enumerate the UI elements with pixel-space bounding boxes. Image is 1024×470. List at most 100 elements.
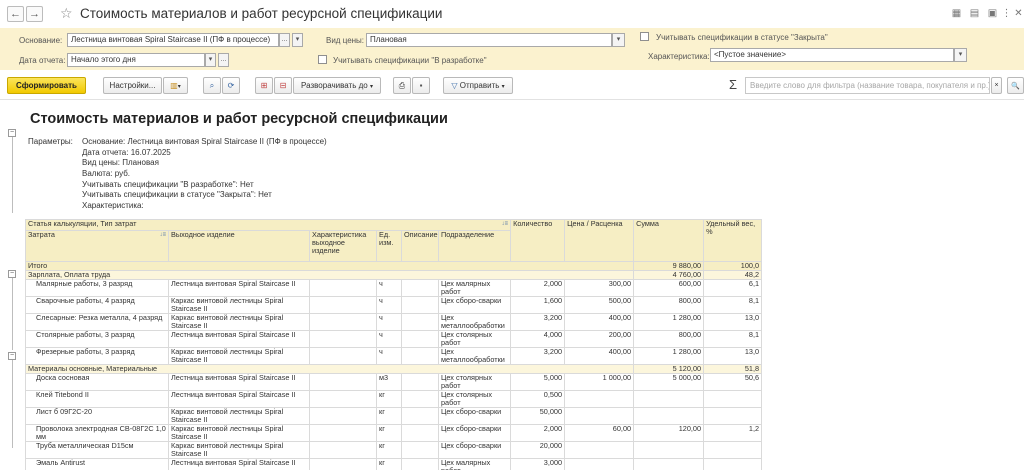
sum-sigma-icon[interactable]: Σ: [729, 77, 737, 92]
find-button[interactable]: ⌕: [203, 77, 221, 94]
cell-harakteristika: [309, 373, 377, 391]
cell-summa: 5 000,00: [633, 373, 705, 391]
cell-izdelie: Лестница винтовая Spiral Staircase II: [168, 390, 310, 408]
expand-all-button[interactable]: ⊞: [255, 77, 273, 94]
harakteristika-field[interactable]: <Пустое значение>: [710, 48, 954, 62]
table-row[interactable]: Доска сосновая Лестница винтовая Spiral S…: [25, 373, 763, 391]
header-ves[interactable]: Удельный вес, %: [703, 219, 763, 262]
cell-summa: 800,00: [633, 296, 705, 314]
cell-harakteristika: [309, 390, 377, 408]
calendar-icon[interactable]: ...: [218, 53, 229, 67]
header-izdelie[interactable]: Выходное изделие: [168, 230, 310, 262]
collapse-all-icon: ⊟: [279, 81, 287, 90]
cell-zatrata: Столярные работы, 3 разряд: [25, 330, 169, 348]
vid-ceny-dropdown-button[interactable]: ▾: [612, 33, 625, 47]
filter-search-input[interactable]: Введите слово для фильтра (название това…: [745, 77, 990, 94]
favorite-star-icon[interactable]: ☆: [60, 5, 73, 22]
cell-zatrata: Лист б 09Г2С-20: [25, 407, 169, 425]
collapse-group1-icon[interactable]: −: [8, 270, 16, 278]
osnovanie-choose-button[interactable]: ...: [279, 33, 290, 47]
expand-to-button[interactable]: Разворачивать до ▾: [293, 77, 381, 94]
collapse-group2-icon[interactable]: −: [8, 352, 16, 360]
table-row[interactable]: Проволока электродная СВ-08Г2С 1,0 мм Кар…: [25, 424, 763, 442]
table-row[interactable]: Эмаль Antirust Лестница винтовая Spiral S…: [25, 458, 763, 470]
zakryta-checkbox[interactable]: [640, 32, 649, 41]
header-summa[interactable]: Сумма: [633, 219, 705, 262]
group-ves: 48,2: [703, 270, 763, 280]
data-otcheta-field[interactable]: Начало этого дня: [67, 53, 205, 67]
save-button[interactable]: ▪: [412, 77, 430, 94]
generate-button[interactable]: Сформировать: [7, 77, 86, 94]
variant-menu-button[interactable]: ▥▾: [163, 77, 188, 94]
cell-podrazdelenie: Цех сборо-сварки: [437, 424, 512, 442]
header-cena[interactable]: Цена / Расценка: [564, 219, 635, 262]
header-group-cell[interactable]: Статья калькуляции, Тип затрат ↓≡: [24, 219, 512, 231]
group-row[interactable]: Зарплата, Оплата труда 4 760,00 48,2: [24, 270, 763, 280]
vid-ceny-field[interactable]: Плановая: [366, 33, 612, 47]
cell-izdelie: Каркас винтовой лестницы Spiral Staircas…: [168, 424, 310, 442]
send-button[interactable]: ▽ Отправить ▾: [443, 77, 513, 94]
param-line: Вид цены: Плановая: [82, 158, 159, 167]
header-podrazdelenie[interactable]: Подразделение: [437, 230, 512, 262]
data-otcheta-dropdown-button[interactable]: ▾: [205, 53, 216, 67]
cell-izdelie: Каркас винтовой лестницы Spiral Staircas…: [168, 296, 310, 314]
cell-cena: [564, 458, 635, 470]
cell-podrazdelenie: Цех столярных работ: [437, 390, 512, 408]
cell-podrazdelenie: Цех металлообработки: [437, 313, 512, 331]
table-row[interactable]: Малярные работы, 3 разряд Лестница винтов…: [25, 279, 763, 297]
cell-harakteristika: [309, 347, 377, 365]
param-line: Учитывать спецификации в статусе "Закрыт…: [82, 190, 272, 199]
cell-podrazdelenie: Цех столярных работ: [437, 373, 512, 391]
search-clear-button[interactable]: ×: [991, 77, 1002, 94]
harakteristika-dropdown-button[interactable]: ▾: [954, 48, 967, 62]
header-kolichestvo[interactable]: Количество: [510, 219, 566, 262]
cell-summa: [633, 390, 705, 408]
report-title: Стоимость материалов и работ ресурсной с…: [30, 111, 448, 127]
print-icon[interactable]: ▤: [969, 8, 980, 19]
cell-opisanie: [401, 407, 439, 425]
print-button[interactable]: ⎙: [393, 77, 411, 94]
cell-summa: 800,00: [633, 330, 705, 348]
table-row[interactable]: Слесарные: Резка металла, 4 разряд Каркас…: [25, 313, 763, 331]
table-row[interactable]: Труба металлическая D15см Каркас винтовой…: [25, 441, 763, 459]
search-button[interactable]: 🔍: [1007, 77, 1024, 94]
collapse-all-button[interactable]: ⊟: [274, 77, 292, 94]
cell-opisanie: [401, 347, 439, 365]
harakteristika-label: Характеристика:: [648, 52, 710, 61]
cell-cena: 1 000,00: [564, 373, 635, 391]
printer-icon: ⎙: [398, 81, 406, 90]
param-line: Характеристика:: [82, 201, 144, 210]
settings-button[interactable]: Настройки...: [103, 77, 162, 94]
table-row[interactable]: Лист б 09Г2С-20 Каркас винтовой лестницы …: [25, 407, 763, 425]
table-row[interactable]: Столярные работы, 3 разряд Лестница винто…: [25, 330, 763, 348]
collapse-params-icon[interactable]: −: [8, 129, 16, 137]
data-otcheta-label: Дата отчета:: [19, 56, 66, 65]
group-row[interactable]: Материалы основные, Материальные 5 120,00…: [24, 364, 763, 374]
more-icon[interactable]: ⋮: [1001, 8, 1012, 19]
group-ves: 51,8: [703, 364, 763, 374]
header-zatrata[interactable]: Затрата ↓≡: [25, 230, 169, 262]
cell-cena: 400,00: [564, 347, 635, 365]
table-row[interactable]: Фрезерные работы, 3 разряд Каркас винтово…: [25, 347, 763, 365]
param-line: Валюта: руб.: [82, 169, 130, 178]
v-razrabotke-checkbox[interactable]: [318, 55, 327, 64]
cell-podrazdelenie: Цех столярных работ: [437, 330, 512, 348]
find-next-button[interactable]: ⟳: [222, 77, 240, 94]
expand-all-icon: ⊞: [260, 81, 268, 90]
header-opisanie[interactable]: Описание: [401, 230, 439, 262]
osnovanie-open-button[interactable]: ▾: [292, 33, 303, 47]
link-icon[interactable]: ▣: [987, 8, 998, 19]
header-ed[interactable]: Ед. изм.: [376, 230, 402, 262]
close-icon[interactable]: ✕: [1013, 8, 1024, 19]
v-razrabotke-label: Учитывать спецификации "В разработке": [333, 56, 487, 65]
table-row[interactable]: Сварочные работы, 4 разряд Каркас винтово…: [25, 296, 763, 314]
forward-button[interactable]: →: [26, 6, 43, 22]
header-harakteristika[interactable]: Характеристика выходное изделие: [309, 230, 377, 262]
cell-cena: [564, 407, 635, 425]
save-icon[interactable]: ▦: [951, 8, 962, 19]
toolbar: Сформировать Настройки... ▥▾ ⌕ ⟳ ⊞ ⊟ Раз…: [0, 70, 1024, 100]
osnovanie-field[interactable]: Лестница винтовая Spiral Staircase II (П…: [67, 33, 279, 47]
save-disk-icon: ▪: [419, 81, 423, 90]
table-row[interactable]: Клей Titebond II Лестница винтовая Spiral…: [25, 390, 763, 408]
back-button[interactable]: ←: [7, 6, 24, 22]
